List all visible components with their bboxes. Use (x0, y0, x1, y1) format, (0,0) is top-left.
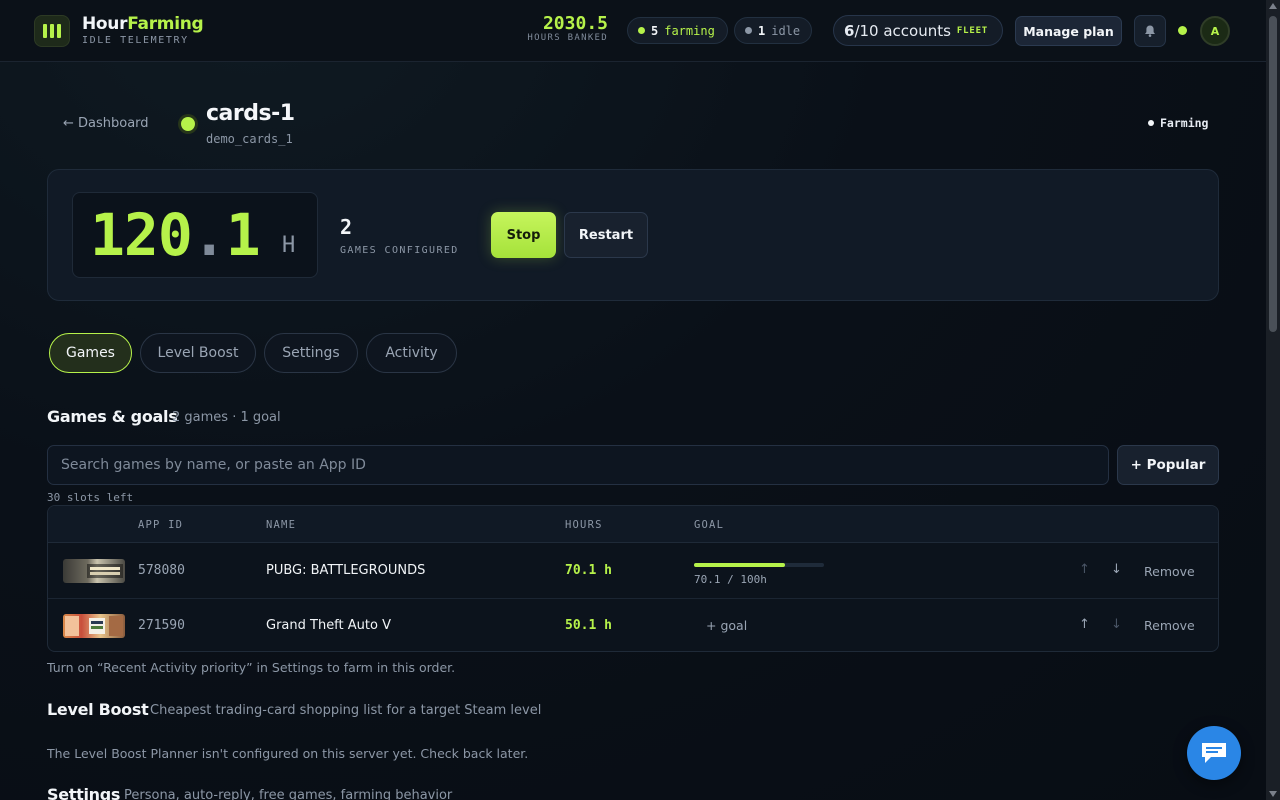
pubg-cover-icon (87, 564, 123, 578)
top-bar: HourFarming IDLE TELEMETRY 2030.5 HOURS … (0, 0, 1266, 62)
avatar[interactable]: A (1200, 16, 1230, 46)
move-down-icon[interactable]: ↓ (1111, 617, 1122, 632)
goal-progress-bar (694, 563, 824, 567)
hours-banked-label: HOURS BANKED (527, 33, 608, 43)
games-configured-label: GAMES CONFIGURED (340, 245, 459, 256)
game-search-input[interactable]: Search games by name, or paste an App ID (47, 445, 1109, 485)
brand-name-accent: Farming (127, 14, 204, 34)
column-goal: GOAL (694, 519, 725, 531)
level-boost-message: The Level Boost Planner isn't configured… (47, 746, 529, 761)
gta-cover-icon (65, 616, 123, 636)
logo-icon[interactable] (34, 15, 70, 47)
column-name: NAME (266, 519, 297, 531)
chat-button[interactable] (1187, 726, 1241, 780)
hours-banked-value: 2030.5 (542, 13, 608, 34)
idle-count-pill[interactable]: 1 idle (734, 17, 812, 44)
bell-icon (1145, 25, 1155, 37)
account-state-badge: Farming (1148, 116, 1208, 130)
farming-label: farming (664, 23, 715, 38)
column-hours: HOURS (565, 519, 603, 531)
remove-game-button[interactable]: Remove (1144, 564, 1195, 579)
popular-games-button[interactable]: + Popular (1117, 445, 1219, 485)
hours-integer: 120 (90, 201, 193, 269)
settings-section-title: Settings (47, 785, 121, 800)
goal-progress-fill (694, 563, 786, 567)
level-boost-title: Level Boost (47, 700, 149, 719)
table-header: APP ID NAME HOURS GOAL (48, 506, 1218, 543)
app-id: 271590 (138, 618, 185, 633)
goal-progress-text[interactable]: 70.1 / 100h (694, 573, 767, 586)
idle-label: idle (771, 23, 801, 38)
games-table: APP ID NAME HOURS GOAL 578080 PUBG: BATT… (47, 505, 1219, 652)
manage-plan-button[interactable]: Manage plan (1015, 16, 1122, 46)
idle-count: 1 (758, 23, 766, 38)
hours-decimal: 1 (225, 201, 261, 269)
accounts-used: 6 (844, 21, 855, 40)
slots-left: 30 slots left (47, 491, 134, 504)
settings-section-subtitle: Persona, auto-reply, free games, farming… (124, 788, 453, 800)
farming-count-pill[interactable]: 5 farming (627, 17, 728, 44)
hours-dot: . (191, 201, 227, 269)
table-row: 271590 Grand Theft Auto V 50.1 h + goal … (48, 598, 1218, 651)
game-name: Grand Theft Auto V (266, 618, 391, 633)
stop-button[interactable]: Stop (491, 212, 556, 258)
remove-game-button[interactable]: Remove (1144, 618, 1195, 633)
add-goal-button[interactable]: + goal (706, 618, 747, 633)
farming-count: 5 (651, 23, 659, 38)
account-state-label: Farming (1160, 116, 1209, 130)
level-boost-subtitle: Cheapest trading-card shopping list for … (150, 703, 542, 718)
brand: HourFarming IDLE TELEMETRY (82, 14, 204, 46)
move-down-icon[interactable]: ↓ (1111, 562, 1122, 577)
tab-settings[interactable]: Settings (264, 333, 358, 373)
fleet-badge: FLEET (956, 25, 989, 36)
games-section-title: Games & goals (47, 407, 178, 426)
accounts-usage[interactable]: 6/10 accounts FLEET (833, 15, 1003, 46)
brand-subtitle: IDLE TELEMETRY (82, 35, 189, 46)
games-configured-count: 2 (340, 215, 353, 239)
account-status-icon (181, 117, 195, 131)
tab-level-boost[interactable]: Level Boost (140, 333, 256, 373)
hours-banked: 2030.5 HOURS BANKED (518, 13, 608, 44)
online-status-icon (1178, 26, 1187, 35)
brand-name-part: Hour (82, 14, 128, 34)
restart-button[interactable]: Restart (564, 212, 648, 258)
scroll-up-icon[interactable] (1269, 3, 1277, 9)
account-name: cards-1 (206, 101, 295, 126)
chat-bubble-icon (1202, 743, 1226, 763)
account-username: demo_cards_1 (206, 132, 293, 146)
move-up-icon[interactable]: ↑ (1079, 617, 1090, 632)
app-id: 578080 (138, 563, 185, 578)
brand-name: HourFarming (82, 14, 204, 34)
game-hours: 50.1 h (565, 618, 612, 633)
game-name: PUBG: BATTLEGROUNDS (266, 563, 426, 578)
scroll-thumb[interactable] (1269, 16, 1277, 332)
tab-activity[interactable]: Activity (366, 333, 457, 373)
games-section-subtitle: 2 games · 1 goal (172, 410, 281, 425)
back-to-dashboard-link[interactable]: ← Dashboard (63, 116, 149, 131)
page-scrollbar[interactable] (1266, 0, 1280, 800)
column-app-id: APP ID (138, 519, 184, 531)
idle-dot-icon (745, 27, 752, 34)
accounts-total: /10 accounts (854, 21, 951, 40)
accounts-count: 6/10 accounts (844, 22, 951, 40)
game-hours: 70.1 h (565, 563, 612, 578)
hours-value: 120.1 (90, 201, 261, 269)
table-row: 578080 PUBG: BATTLEGROUNDS 70.1 h 70.1 /… (48, 543, 1218, 598)
game-thumbnail (63, 559, 125, 583)
state-dot-icon (1148, 120, 1154, 126)
farming-dot-icon (638, 27, 645, 34)
tab-games[interactable]: Games (49, 333, 132, 373)
game-thumbnail (63, 614, 125, 638)
scroll-down-icon[interactable] (1269, 791, 1277, 797)
hours-unit: H (282, 233, 296, 258)
farm-order-note: Turn on “Recent Activity priority” in Se… (47, 660, 456, 675)
notifications-button[interactable] (1134, 15, 1166, 47)
move-up-icon[interactable]: ↑ (1079, 562, 1090, 577)
